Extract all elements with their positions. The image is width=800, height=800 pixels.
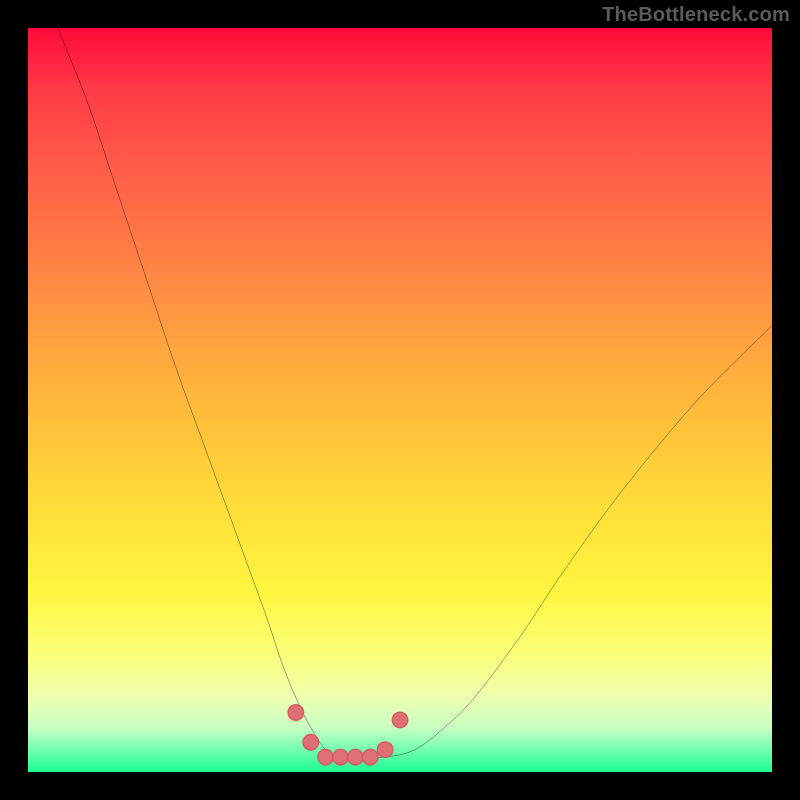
highlight-markers	[288, 705, 408, 765]
marker-point	[288, 705, 304, 721]
attribution-watermark: TheBottleneck.com	[602, 4, 790, 27]
marker-point	[377, 742, 393, 758]
bottleneck-curve	[58, 28, 772, 758]
marker-point	[348, 749, 364, 765]
plot-area	[28, 28, 772, 772]
chart-overlay	[28, 28, 772, 772]
marker-point	[333, 749, 349, 765]
marker-point	[392, 712, 408, 728]
marker-point	[362, 749, 378, 765]
marker-point	[303, 734, 319, 750]
chart-frame: TheBottleneck.com	[0, 0, 800, 800]
marker-point	[318, 749, 334, 765]
